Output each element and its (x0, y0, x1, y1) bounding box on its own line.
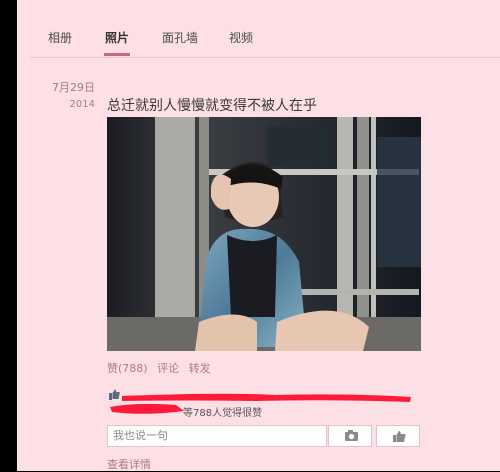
like-action[interactable]: 赞(788) (107, 362, 148, 375)
post-actions: 赞(788) 评论 转发 (107, 360, 217, 376)
post-photo[interactable] (107, 117, 421, 351)
share-action[interactable]: 转发 (189, 362, 211, 375)
nav-divider (30, 57, 500, 58)
photo-image (107, 117, 421, 351)
like-button[interactable] (376, 425, 420, 447)
camera-icon (345, 430, 358, 441)
post-title: 总迁就别人慢慢就变得不被人在乎 (107, 98, 317, 114)
active-tab-indicator (104, 53, 130, 56)
comment-input[interactable]: 我也说一句 (107, 425, 327, 447)
likes-summary: 等788人觉得很赞 (183, 408, 263, 419)
post-date-day: 7月29日 (52, 81, 95, 94)
tab-face-wall[interactable]: 面孔墙 (162, 29, 198, 46)
tab-videos[interactable]: 视频 (229, 29, 253, 46)
comment-action[interactable]: 评论 (157, 362, 179, 375)
tab-photos[interactable]: 照片 (105, 29, 129, 46)
view-details-link[interactable]: 查看详情 (107, 456, 151, 472)
camera-button[interactable] (328, 425, 372, 447)
tab-albums[interactable]: 相册 (48, 29, 72, 46)
thumb-up-icon (393, 431, 406, 442)
post-date-year: 2014 (69, 99, 95, 110)
